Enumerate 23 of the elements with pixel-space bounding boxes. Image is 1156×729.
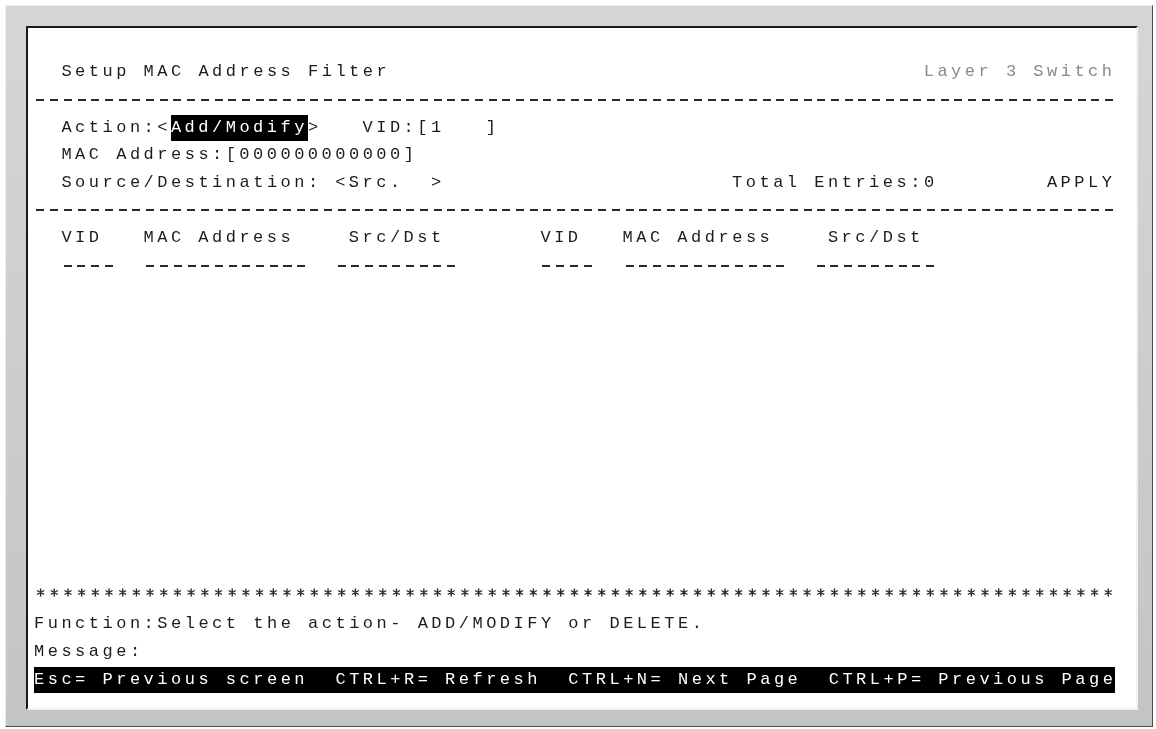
field-label: Action: — [61, 117, 158, 138]
key-hint: Esc= Previous screen — [34, 669, 309, 690]
key-hint: CTRL+N= Next Page — [568, 669, 802, 690]
device-name: Layer 3 Switch — [923, 62, 1116, 83]
column-header: Src/Dst — [348, 227, 445, 248]
source-destination-selector[interactable]: <Src. > — [335, 169, 445, 196]
key-hint: CTRL+R= Refresh — [335, 669, 541, 690]
message-label: Message: — [34, 641, 144, 662]
field-label: MAC Address: — [61, 145, 226, 166]
key-hint: CTRL+P= Previous Page — [828, 669, 1117, 690]
field-label: Source/Destination: — [61, 172, 322, 193]
column-header: MAC Address — [622, 227, 774, 248]
total-entries: Total Entries:0 — [732, 172, 938, 193]
vid-input-field[interactable]: [1 ] — [417, 114, 500, 141]
screen-title: Setup MAC Address Filter — [61, 62, 390, 83]
column-header: Src/Dst — [827, 227, 924, 248]
function-help-text: Function:Select the action- ADD/MODIFY or DELETE. — [34, 614, 705, 635]
field-label: VID: — [362, 117, 418, 138]
apply-button[interactable]: APPLY — [1046, 172, 1116, 193]
column-header: VID — [540, 227, 582, 248]
mac-address-input-field[interactable]: [000000000000] — [225, 142, 418, 169]
column-header: VID — [61, 227, 103, 248]
column-header: MAC Address — [143, 227, 295, 248]
